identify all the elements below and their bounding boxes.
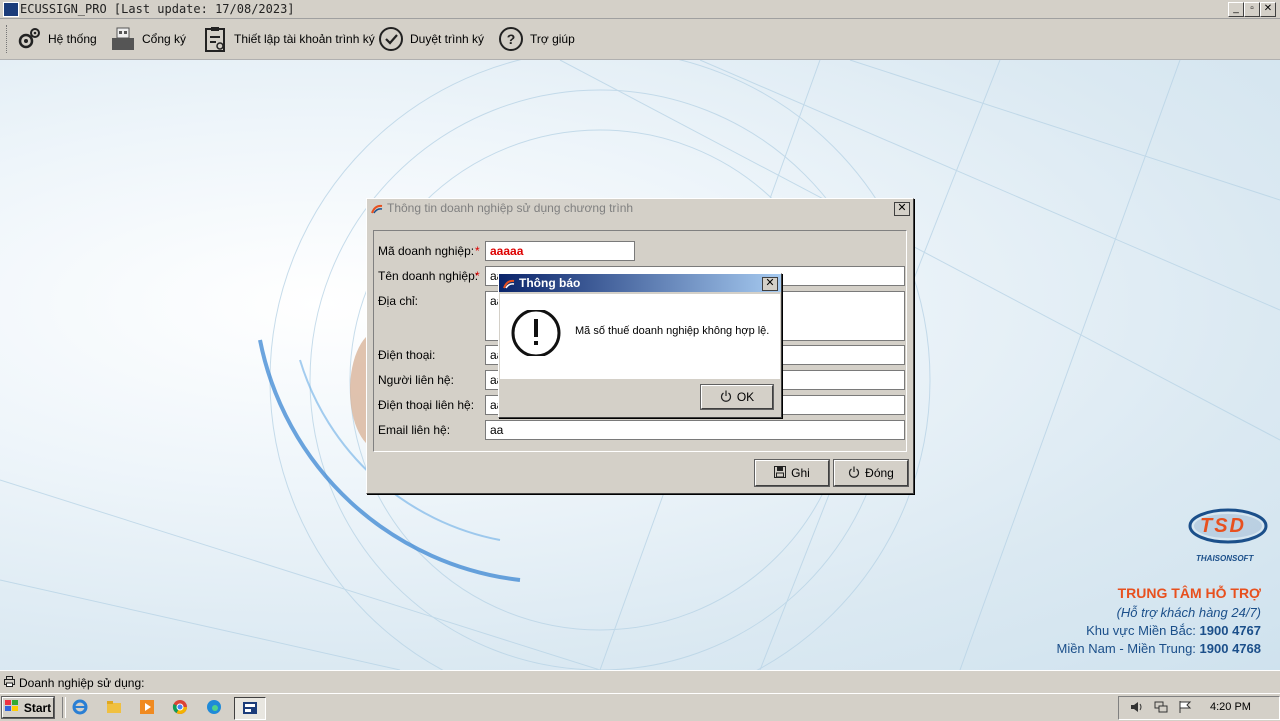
support-heading: TRUNG TÂM HỖ TRỢ: [1117, 585, 1261, 601]
ten-dn-label: Tên doanh nghiệp:: [378, 269, 479, 283]
ma-dn-input[interactable]: aaaaa: [485, 241, 635, 261]
support-north: Khu vực Miền Bắc: 1900 4767: [1086, 623, 1261, 638]
toolbar-label: Cổng ký: [142, 32, 187, 46]
window-title: ECUSSIGN_PRO [Last update: 17/08/2023]: [20, 2, 295, 16]
ok-label: OK: [736, 390, 755, 404]
toolbar-label: Trợ giúp: [530, 32, 575, 46]
app-logo-icon: [503, 278, 515, 289]
toolbar-duyet-trinh-ky[interactable]: Duyệt trình ký: [378, 25, 484, 53]
tsd-logo: TSD THAISONSOFT: [1186, 502, 1270, 570]
close-label: Đóng: [865, 466, 894, 480]
main-toolbar: Hệ thống Cổng ký Thiết lập tài khoản trì…: [0, 19, 1280, 60]
taskbar-active-app[interactable]: [234, 697, 266, 720]
email-label: Email liên hệ:: [378, 423, 451, 437]
usb-token-icon: [110, 26, 136, 52]
required-mark: *: [475, 269, 480, 283]
toolbar-label: Hệ thống: [48, 32, 97, 46]
clock: 4:20 PM: [1210, 701, 1251, 713]
media-player-icon[interactable]: [139, 699, 155, 718]
check-circle-icon: [378, 26, 404, 52]
taskbar: Start 4:20 PM: [0, 693, 1280, 721]
power-icon: [720, 390, 732, 405]
restore-button[interactable]: ▫: [1244, 2, 1260, 17]
ok-button[interactable]: OK: [700, 384, 774, 410]
windows-logo-icon: [4, 700, 19, 715]
company-dialog-titlebar: Thông tin doanh nghiệp sử dụng chương tr…: [367, 199, 913, 217]
clipboard-settings-icon: [202, 26, 228, 52]
taskbar-divider: [62, 697, 66, 718]
power-icon: [848, 466, 860, 481]
email-input[interactable]: aa: [485, 420, 905, 440]
alert-body: Mã số thuế doanh nghiệp không hợp lệ.: [500, 294, 780, 379]
warning-icon: [510, 308, 562, 359]
support-south: Miền Nam - Miền Trung: 1900 4768: [1056, 641, 1261, 656]
start-label: Start: [23, 700, 52, 715]
support-south-phone: 1900 4768: [1199, 641, 1261, 656]
nguoi-lien-he-label: Người liên hệ:: [378, 373, 454, 387]
network-icon[interactable]: [1154, 700, 1168, 714]
support-north-phone: 1900 4767: [1199, 623, 1261, 638]
app-logo-icon: [371, 203, 383, 214]
chrome-icon[interactable]: [172, 699, 188, 718]
status-text: Doanh nghiệp sử dụng:: [19, 676, 145, 690]
toolbar-he-thong[interactable]: Hệ thống: [16, 25, 97, 53]
support-north-label: Khu vực Miền Bắc:: [1086, 623, 1196, 638]
gears-icon: [16, 26, 42, 52]
alert-close-button[interactable]: ✕: [762, 277, 778, 291]
alert-dialog: Thông báo ✕ Mã số thuế doanh nghiệp khôn…: [498, 273, 782, 418]
question-circle-icon: ?: [498, 26, 524, 52]
printer-icon: [4, 676, 15, 687]
toolbar-cong-ky[interactable]: Cổng ký: [110, 25, 186, 53]
close-window-button[interactable]: ✕: [1260, 2, 1276, 17]
toolbar-tro-giup[interactable]: ? Trợ giúp: [498, 25, 575, 53]
dien-thoai-label: Điện thoại:: [378, 348, 436, 362]
floppy-disk-icon: [774, 465, 787, 481]
ie-icon[interactable]: [72, 699, 88, 718]
close-button[interactable]: Đóng: [833, 459, 909, 487]
save-button[interactable]: Ghi: [754, 459, 830, 487]
brand-name: THAISONSOFT: [1196, 554, 1254, 563]
alert-message: Mã số thuế doanh nghiệp không hợp lệ.: [575, 325, 770, 337]
toolbar-label: Duyệt trình ký: [410, 32, 485, 46]
minimize-button[interactable]: _: [1228, 2, 1244, 17]
start-button[interactable]: Start: [1, 696, 55, 719]
svg-text:?: ?: [507, 31, 516, 47]
save-label: Ghi: [791, 466, 810, 480]
dia-chi-label: Địa chỉ:: [378, 294, 419, 308]
alert-title: Thông báo: [519, 276, 581, 290]
company-dialog-close-button[interactable]: ✕: [894, 202, 910, 216]
volume-icon[interactable]: [1130, 700, 1144, 714]
required-mark: *: [475, 244, 480, 258]
company-dialog-title: Thông tin doanh nghiệp sử dụng chương tr…: [387, 201, 634, 215]
window-title-bar: ECUSSIGN_PRO [Last update: 17/08/2023] _…: [0, 0, 1280, 19]
flag-icon[interactable]: [1178, 700, 1192, 714]
folder-icon[interactable]: [106, 699, 122, 718]
logo-text: TSD: [1200, 515, 1246, 537]
status-bar: Doanh nghiệp sử dụng:: [0, 670, 1280, 693]
edge-icon[interactable]: [206, 699, 222, 718]
support-south-label: Miền Nam - Miền Trung:: [1056, 641, 1196, 656]
ecussign-app-icon: [242, 700, 258, 719]
app-icon: [3, 2, 19, 17]
ma-dn-label: Mã doanh nghiệp:: [378, 244, 475, 258]
toolbar-thiet-lap[interactable]: Thiết lập tài khoản trình ký: [202, 25, 375, 53]
toolbar-label: Thiết lập tài khoản trình ký: [234, 32, 375, 46]
alert-titlebar: Thông báo: [499, 274, 781, 292]
support-sub: (Hỗ trợ khách hàng 24/7): [1116, 605, 1261, 620]
dt-lien-he-label: Điện thoại liên hệ:: [378, 398, 475, 412]
toolbar-grip: [6, 25, 9, 53]
